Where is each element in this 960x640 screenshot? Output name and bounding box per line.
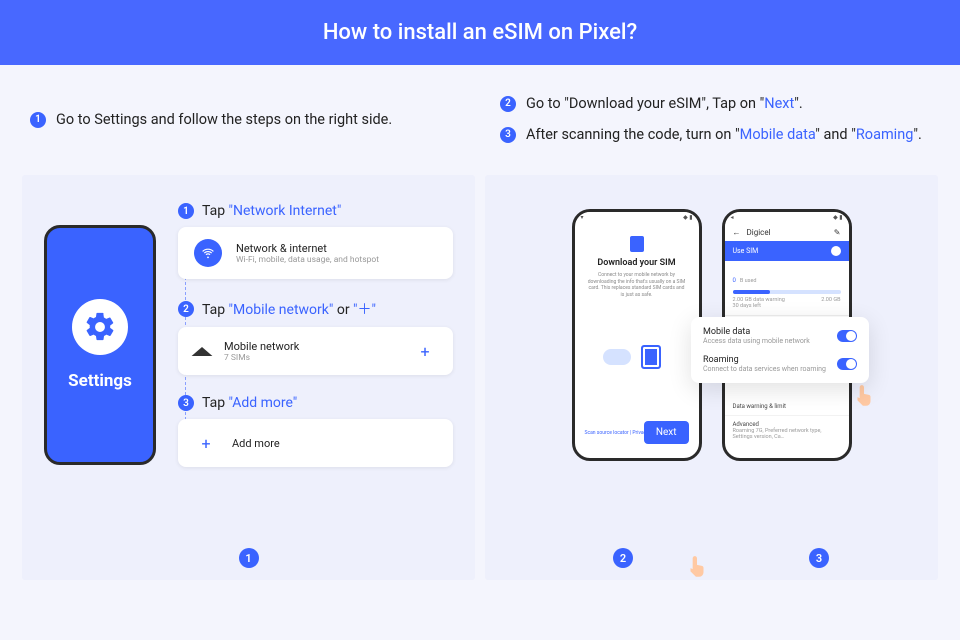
- card-mobile-network[interactable]: Mobile network 7 SIMs +: [178, 327, 453, 375]
- substep-badge-1: 1: [178, 203, 194, 219]
- edit-icon[interactable]: ✎: [834, 228, 841, 237]
- highlight-mobile-data: Mobile data: [740, 126, 816, 143]
- cloud-icon: [603, 349, 631, 365]
- steps-column: 1 Tap "Network Internet" Network & inter…: [178, 203, 453, 560]
- intro-right: 2 Go to "Download your eSIM", Tap on "Ne…: [500, 95, 930, 157]
- intro-text-2: Go to "Download your eSIM", Tap on "Next…: [526, 95, 803, 112]
- card-title: Mobile network: [224, 340, 299, 353]
- substep-badge-3: 3: [178, 395, 194, 411]
- step-2: 2 Tap "Mobile network" or "＋" Mobile net…: [178, 299, 453, 375]
- use-sim-row[interactable]: Use SIM: [725, 241, 849, 261]
- header: How to install an eSIM on Pixel?: [0, 0, 960, 65]
- panel-left: Settings 1 Tap "Network Internet" Networ…: [22, 175, 475, 580]
- download-sim-title: Download your SIM: [583, 258, 691, 268]
- step-2-highlight-plus: "＋": [353, 302, 376, 318]
- substep-badge-2: 2: [178, 301, 194, 317]
- tap-hand-icon: [684, 552, 710, 582]
- row-data-warning[interactable]: Data warning & limit: [725, 398, 849, 416]
- intro-section: 1 Go to Settings and follow the steps on…: [0, 65, 960, 175]
- roaming-row[interactable]: Roaming Connect to data services when ro…: [703, 355, 857, 373]
- step-badge-2: 2: [500, 96, 516, 112]
- mobile-data-toggle[interactable]: [837, 330, 857, 342]
- mobile-data-row[interactable]: Mobile data Access data using mobile net…: [703, 327, 857, 345]
- roaming-toggle[interactable]: [837, 358, 857, 370]
- status-bar: ▾◆ ▮: [575, 212, 699, 224]
- intro-item-3: 3 After scanning the code, turn on "Mobi…: [500, 126, 930, 143]
- page-title: How to install an eSIM on Pixel?: [323, 20, 637, 45]
- tap-hand-icon: [851, 381, 877, 411]
- step-3: 3 Tap "Add more" + Add more: [178, 395, 453, 467]
- panels: Settings 1 Tap "Network Internet" Networ…: [0, 175, 960, 580]
- step-badge-1: 1: [30, 112, 46, 128]
- card-network-internet[interactable]: Network & internet Wi-Fi, mobile, data u…: [178, 227, 453, 279]
- panel-number-3: 3: [809, 548, 829, 568]
- intro-item-1: 1 Go to Settings and follow the steps on…: [30, 111, 460, 128]
- step-1: 1 Tap "Network Internet" Network & inter…: [178, 203, 453, 279]
- intro-text-1: Go to Settings and follow the steps on t…: [56, 111, 392, 128]
- sim-icon: [630, 236, 644, 252]
- settings-label: Settings: [68, 371, 132, 391]
- carrier-header: ← Digicel ✎: [725, 224, 849, 241]
- intro-left: 1 Go to Settings and follow the steps on…: [30, 95, 460, 157]
- phone-download-sim: ▾◆ ▮ Download your SIM Connect to your m…: [572, 209, 702, 461]
- step-badge-3: 3: [500, 127, 516, 143]
- roaming-label: Roaming: [703, 355, 826, 365]
- toggles-popover: Mobile data Access data using mobile net…: [691, 317, 869, 383]
- intro-item-2: 2 Go to "Download your eSIM", Tap on "Ne…: [500, 95, 930, 112]
- back-icon[interactable]: ←: [733, 228, 741, 237]
- mobile-data-label: Mobile data: [703, 327, 810, 337]
- wifi-icon: [194, 239, 222, 267]
- card-add-more[interactable]: + Add more: [178, 419, 453, 467]
- highlight-roaming: Roaming: [856, 126, 913, 143]
- step-1-highlight: "Network Internet": [229, 203, 342, 219]
- download-illustration: [585, 332, 689, 382]
- plus-icon: +: [194, 431, 218, 455]
- row-advanced[interactable]: Advanced Roaming 7G, Preferred network t…: [725, 416, 849, 445]
- card-title: Add more: [232, 437, 280, 450]
- signal-icon: [194, 347, 210, 356]
- panel-number-2: 2: [613, 548, 633, 568]
- phone-settings: Settings: [44, 225, 156, 465]
- document-icon: [641, 345, 661, 369]
- card-subtitle: Wi-Fi, mobile, data usage, and hotspot: [236, 255, 379, 265]
- card-title: Network & internet: [236, 242, 379, 255]
- step-2-highlight: "Mobile network": [229, 302, 334, 318]
- roaming-sub: Connect to data services when roaming: [703, 365, 826, 373]
- card-subtitle: 7 SIMs: [224, 353, 299, 363]
- status-bar: ◂◆ ▮: [725, 212, 849, 224]
- download-sim-desc: Connect to your mobile network by downlo…: [583, 272, 691, 298]
- panel-right: ▾◆ ▮ Download your SIM Connect to your m…: [485, 175, 938, 580]
- panel-number-1: 1: [239, 548, 259, 568]
- use-sim-toggle[interactable]: [831, 246, 841, 256]
- step-3-highlight: "Add more": [229, 395, 298, 411]
- intro-text-3: After scanning the code, turn on "Mobile…: [526, 126, 922, 143]
- gear-icon: [72, 299, 128, 355]
- next-button[interactable]: Next: [644, 421, 689, 444]
- add-sim-plus-button[interactable]: +: [413, 339, 437, 363]
- data-usage-section: 0 B used 2.00 GB data warning 2.00 GB 30…: [725, 261, 849, 316]
- usage-bar: [733, 290, 841, 294]
- mobile-data-sub: Access data using mobile network: [703, 337, 810, 345]
- highlight-next: Next: [764, 95, 794, 112]
- carrier-name: Digicel: [747, 228, 771, 237]
